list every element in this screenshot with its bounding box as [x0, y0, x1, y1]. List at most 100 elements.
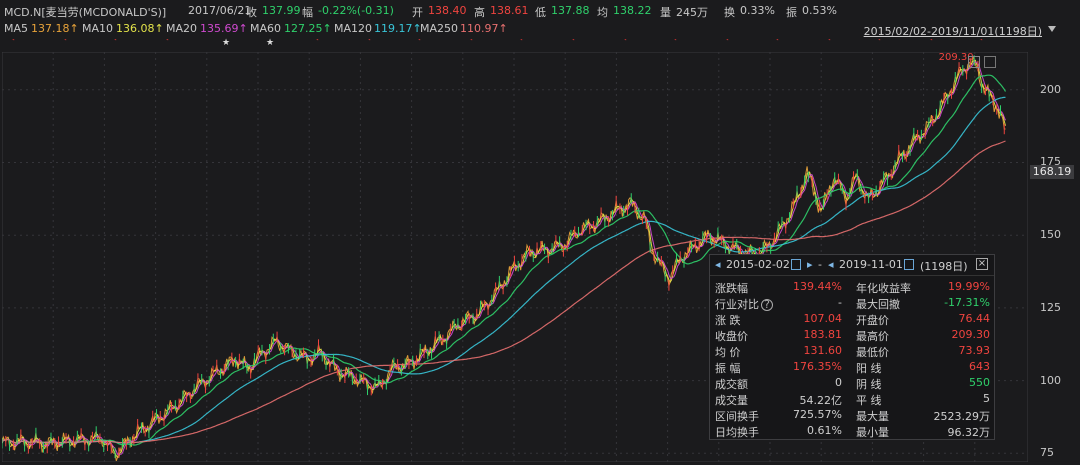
stats-header: ◂ 2015-02-02 ▸ - ◂ 2019-11-01 (1198日) × [710, 255, 994, 276]
stats-label: 年化收益率 [856, 282, 911, 295]
stats-label: 成交额 [715, 378, 748, 391]
stats-value: 209.30 [951, 328, 991, 341]
star-icon[interactable]: ★ [266, 38, 274, 48]
interval-stats-panel: ◂ 2015-02-02 ▸ - ◂ 2019-11-01 (1198日) × … [709, 254, 995, 440]
turnover-label: 换 [724, 6, 735, 19]
open-value: 138.40 [428, 4, 467, 17]
ma120-label: MA120 [334, 22, 373, 35]
y-tick-label: 100 [1040, 373, 1061, 387]
stats-value: 54.22亿 [799, 394, 843, 407]
quote-date: 2017/06/21 [188, 4, 252, 17]
ma250-value: 110.97↑ [460, 22, 508, 35]
star-icon[interactable]: ★ [222, 38, 230, 48]
end-date-field[interactable]: 2019-11-01 [839, 258, 903, 271]
event-marker[interactable]: ˺ [878, 38, 881, 47]
high-value: 138.61 [490, 4, 529, 17]
event-marker[interactable]: ˺ [316, 38, 319, 47]
start-date-field[interactable]: 2015-02-02 [726, 258, 790, 271]
event-marker[interactable]: ˺ [572, 38, 575, 47]
stats-label: 涨跌幅 [715, 282, 748, 295]
stats-value: 139.44% [793, 280, 842, 293]
stats-label: 成交量 [715, 394, 748, 407]
symbol-label: MCD.N[麦当劳(MCDONALD'S)] [4, 6, 167, 19]
arrow-right-icon[interactable]: ▸ [807, 258, 813, 271]
y-tick-label: 150 [1040, 228, 1061, 242]
ma60-value: 127.25↑ [284, 22, 332, 35]
stats-label: 最大回撤 [856, 298, 900, 311]
event-marker[interactable]: ˺ [674, 38, 677, 47]
chevron-down-icon[interactable] [1048, 26, 1056, 32]
change-label: 幅 [302, 6, 313, 19]
event-marker[interactable]: ˺ [114, 38, 117, 47]
avg-label: 均 [597, 6, 608, 19]
arrow-left-icon[interactable]: ◂ [715, 258, 721, 271]
ma10-label: MA10 [82, 22, 114, 35]
stats-row: 收盘价 183.81 最高价 209.30 [710, 327, 994, 343]
stats-row: 均 价 131.60 最低价 73.93 [710, 343, 994, 359]
close-icon[interactable]: × [976, 258, 988, 270]
stats-label: 区间换手 [715, 410, 759, 423]
stats-table: 涨跌幅 139.44% 年化收益率 19.99% 行业对比? - 最大回撤 -17.31% 涨 … [710, 279, 994, 439]
close-label: 收 [246, 6, 257, 19]
calendar-icon[interactable] [791, 259, 801, 270]
volume-label: 量 [660, 6, 671, 19]
date-range-selector[interactable]: 2015/02/02-2019/11/01(1198日) [864, 23, 1042, 39]
stats-value: 0.61% [807, 424, 842, 437]
stats-label: 振 幅 [715, 362, 741, 375]
stats-value: 19.99% [948, 280, 990, 293]
event-marker[interactable]: ˺ [418, 38, 421, 47]
turnover-value: 0.33% [740, 4, 775, 17]
event-marker[interactable]: ˺ [368, 38, 371, 47]
ma20-label: MA20 [166, 22, 198, 35]
event-marker[interactable]: ˺ [980, 38, 983, 47]
amplitude-value: 0.53% [802, 4, 837, 17]
y-tick-label: 75 [1040, 446, 1054, 460]
ma10-value: 136.08↑ [116, 22, 164, 35]
stats-label: 最大量 [856, 410, 889, 423]
stats-value: - [838, 296, 842, 309]
date-dash: - [818, 258, 822, 271]
stats-row: 区间换手 725.57% 最大量 2523.29万 [710, 407, 994, 423]
event-marker[interactable]: ˺ [776, 38, 779, 47]
volume-value: 245万 [676, 6, 708, 19]
calendar-icon[interactable] [904, 259, 914, 270]
event-marker[interactable]: ˺ [828, 38, 831, 47]
stats-label: 收盘价 [715, 330, 748, 343]
stats-label: 均 价 [715, 346, 741, 359]
stats-row: 成交额 0 阴 线 550 [710, 375, 994, 391]
event-marker[interactable]: ˺ [520, 38, 523, 47]
y-tick-label: 125 [1040, 300, 1061, 314]
event-markers: ˺ ˺ ˺ ˺ ★ ★ ˺ ˺ ˺ ˺ ˺ ˺ ˺ ˺ ˺ ˺ ˺ ˺ ˺ ˺ [0, 38, 1080, 50]
stats-value: 73.93 [958, 344, 991, 357]
event-marker[interactable]: ˺ [64, 38, 67, 47]
stats-label: 最低价 [856, 346, 889, 359]
event-marker[interactable]: ˺ [726, 38, 729, 47]
stats-value: 176.35% [793, 360, 842, 373]
event-marker[interactable]: ˺ [624, 38, 627, 47]
event-marker[interactable]: ˺ [930, 38, 933, 47]
event-marker[interactable]: ˺ [12, 38, 15, 47]
quote-header: MCD.N[麦当劳(MCDONALD'S)] 2017/06/21 收 137.… [0, 0, 1080, 20]
y-tick-label: 175 [1040, 155, 1061, 169]
window-close-icon[interactable] [984, 56, 996, 68]
stats-value: 107.04 [803, 312, 843, 325]
open-label: 开 [412, 6, 423, 19]
ma250-label: MA250 [420, 22, 459, 35]
change-value: -0.22%(-0.31) [318, 4, 394, 17]
stats-value: 5 [983, 392, 990, 405]
event-marker[interactable]: ˺ [470, 38, 473, 47]
help-icon[interactable]: ? [761, 299, 773, 311]
stats-value: 183.81 [803, 328, 843, 341]
stats-value: 550 [969, 376, 990, 389]
high-label: 高 [474, 6, 485, 19]
stats-value: 643 [969, 360, 990, 373]
ma120-value: 119.17↑ [374, 22, 422, 35]
arrow-left-icon[interactable]: ◂ [828, 258, 834, 271]
event-marker[interactable]: ˺ [166, 38, 169, 47]
ma60-label: MA60 [250, 22, 282, 35]
stats-row: 涨 跌 107.04 开盘价 76.44 [710, 311, 994, 327]
stats-label: 平 线 [856, 394, 882, 407]
ma20-value: 135.69↑ [200, 22, 248, 35]
window-restore-icon[interactable] [968, 56, 980, 68]
stats-value: 76.44 [958, 312, 991, 325]
